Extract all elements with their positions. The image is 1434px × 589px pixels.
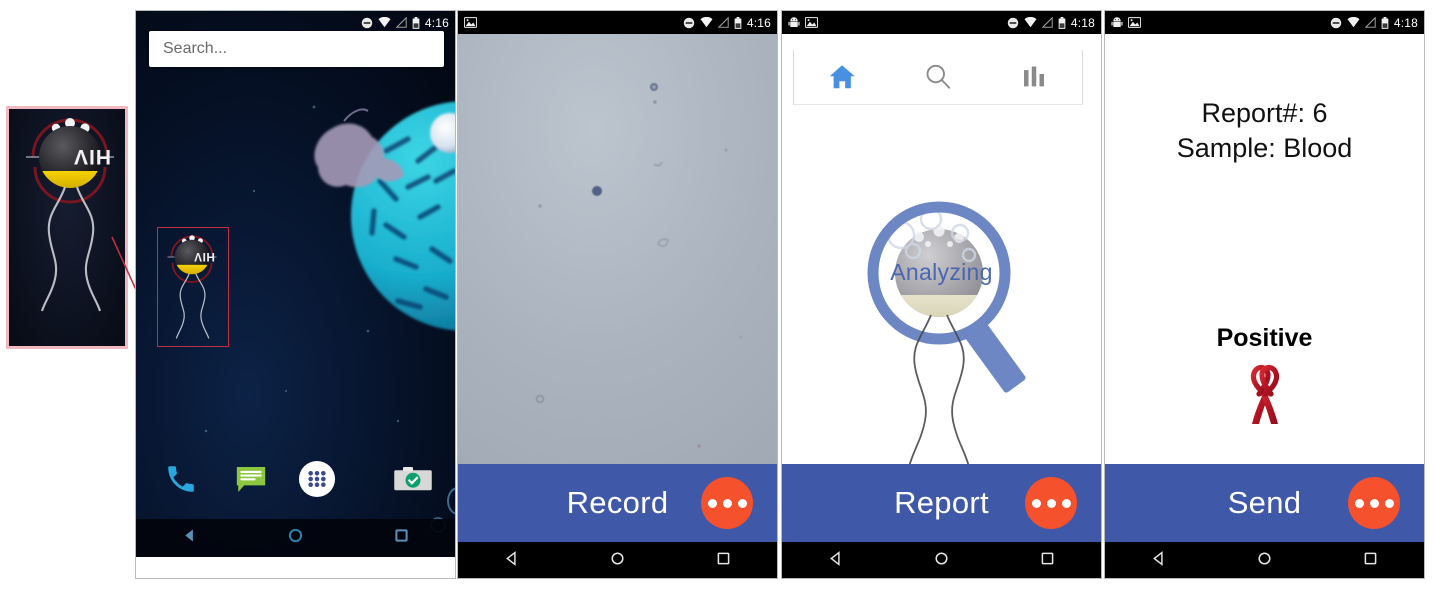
phone-report-screen: 4:18 Analyzing Report <box>781 10 1102 579</box>
navbar-report <box>782 542 1101 578</box>
cell-signal-icon <box>717 17 729 28</box>
statusbar-time-send: 4:18 <box>1393 15 1418 30</box>
result-status-text: Positive <box>1216 324 1313 352</box>
camera-icon[interactable] <box>390 456 436 502</box>
search-placeholder: Search... <box>163 40 228 57</box>
statusbar-right-record: 4:16 <box>683 16 771 30</box>
statusbar-time-home: 4:16 <box>424 15 449 30</box>
home-dock <box>136 449 455 509</box>
cell-signal-icon <box>395 17 407 28</box>
tab-search[interactable] <box>890 50 986 104</box>
recents-icon[interactable] <box>1362 550 1379 572</box>
do-not-disturb-icon <box>1330 17 1342 28</box>
back-icon[interactable] <box>1150 550 1167 572</box>
report-screen-content: Analyzing Report <box>782 34 1101 578</box>
image-icon <box>1128 17 1141 28</box>
statusbar-send: 4:18 <box>1105 11 1424 34</box>
statusbar-right-send: 4:18 <box>1330 16 1418 30</box>
recents-icon[interactable] <box>393 527 410 549</box>
home-icon[interactable] <box>933 550 950 572</box>
phone-send-screen: 4:18 Report#: 6 Sample: Blood Positive S… <box>1104 10 1425 579</box>
report-header: Report#: 6 Sample: Blood <box>1105 96 1424 166</box>
hiv-virus-graphic-large: HIV <box>26 118 114 312</box>
navbar-record <box>458 542 777 578</box>
statusbar-time-report: 4:18 <box>1070 15 1095 30</box>
statusbar-time-record: 4:16 <box>746 15 771 30</box>
back-icon[interactable] <box>181 527 198 549</box>
analyzing-graphic: Analyzing <box>827 189 1057 479</box>
awareness-ribbon-icon <box>1250 364 1279 424</box>
do-not-disturb-icon <box>683 17 695 28</box>
svg-text:HIV: HIV <box>194 250 215 263</box>
wifi-icon <box>1347 17 1360 28</box>
recents-icon[interactable] <box>1039 550 1056 572</box>
image-icon <box>464 17 477 28</box>
wifi-icon <box>700 17 713 28</box>
send-button-label[interactable]: Send <box>1228 485 1302 521</box>
home-icon[interactable] <box>287 527 304 549</box>
cell-signal-icon <box>1041 17 1053 28</box>
phone-record-screen: 4:16 Record <box>457 10 778 579</box>
battery-icon <box>1381 16 1389 29</box>
navbar-send <box>1105 542 1424 578</box>
statusbar-record: 4:16 <box>458 11 777 34</box>
statusbar-right-report: 4:18 <box>1007 16 1095 30</box>
battery-icon <box>1058 16 1066 29</box>
home-icon[interactable] <box>609 550 626 572</box>
battery-icon <box>412 16 420 29</box>
android-icon <box>1111 16 1123 27</box>
report-button-label[interactable]: Report <box>894 485 989 521</box>
home-screen-content: Search... HIV <box>136 11 455 557</box>
image-icon <box>805 17 818 28</box>
statusbar-home-overlay: 4:16 <box>136 11 455 34</box>
battery-icon <box>734 16 742 29</box>
recents-icon[interactable] <box>715 550 732 572</box>
messages-icon[interactable] <box>228 456 274 502</box>
wifi-icon <box>1024 17 1037 28</box>
figure-root: HIV Search... HIV 4:16 4:16 Record 4:18 … <box>0 0 1434 589</box>
cell-signal-icon <box>1364 17 1376 28</box>
result-icon-wrap <box>1105 364 1424 426</box>
overflow-dots-icon[interactable] <box>1025 477 1077 529</box>
tab-stats[interactable] <box>986 50 1082 104</box>
report-number: Report#: 6 <box>1201 98 1328 128</box>
overflow-dots-icon[interactable] <box>701 477 753 529</box>
statusbar-left-send <box>1111 16 1141 29</box>
search-icon <box>926 64 951 89</box>
search-input[interactable]: Search... <box>149 31 444 67</box>
microscope-viewfinder[interactable] <box>458 34 777 464</box>
statusbar-left-record <box>464 17 477 28</box>
record-button-label[interactable]: Record <box>567 485 669 521</box>
send-action-bar: Send <box>1105 464 1424 542</box>
phone-icon[interactable] <box>158 456 204 502</box>
phone-home-screen: Search... HIV 4:16 <box>135 10 456 579</box>
navbar-home <box>136 519 455 557</box>
home-icon[interactable] <box>1256 550 1273 572</box>
statusbar-report: 4:18 <box>782 11 1101 34</box>
statusbar-right-home: 4:16 <box>361 16 449 30</box>
bar-chart-icon <box>1024 66 1044 87</box>
report-tabbar <box>793 50 1083 105</box>
report-sample: Sample: Blood <box>1176 133 1353 164</box>
report-action-bar: Report <box>782 464 1101 542</box>
do-not-disturb-icon <box>361 17 373 28</box>
android-icon <box>788 16 800 27</box>
app-drawer-icon[interactable] <box>294 456 340 502</box>
send-screen-content: Report#: 6 Sample: Blood Positive Send <box>1105 34 1424 578</box>
svg-text:HIV: HIV <box>73 145 111 168</box>
wifi-icon <box>378 17 391 28</box>
home-icon <box>829 65 855 89</box>
back-icon[interactable] <box>503 550 520 572</box>
overflow-dots-icon[interactable] <box>1348 477 1400 529</box>
hiv-virus-graphic-small: HIV <box>167 235 217 339</box>
back-icon[interactable] <box>827 550 844 572</box>
app-icon-hiv[interactable]: HIV <box>157 227 229 347</box>
record-screen-content: Record <box>458 34 777 578</box>
tab-home[interactable] <box>794 50 890 104</box>
record-action-bar: Record <box>458 464 777 542</box>
statusbar-left-report <box>788 16 818 29</box>
hiv-icon-callout-panel: HIV <box>6 106 128 349</box>
do-not-disturb-icon <box>1007 17 1019 28</box>
